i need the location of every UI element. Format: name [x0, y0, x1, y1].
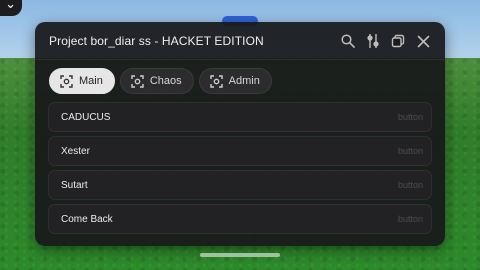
tab-chaos[interactable]: Chaos: [119, 68, 194, 94]
script-window: Project bor_diar ss - HACKET EDITION Mai…: [35, 22, 445, 246]
button-label: Xester: [61, 146, 90, 157]
button-type-hint: button: [397, 180, 423, 190]
come-back-button[interactable]: Come Back button: [48, 204, 432, 234]
home-indicator: [200, 253, 280, 257]
scan-icon: [60, 74, 73, 88]
window-title: Project bor_diar ss - HACKET EDITION: [49, 34, 264, 48]
button-label: Sutart: [61, 180, 88, 191]
close-icon[interactable]: [414, 32, 432, 50]
tab-admin[interactable]: Admin: [198, 68, 272, 94]
caducus-button[interactable]: CADUCUS button: [48, 102, 432, 132]
xester-button[interactable]: Xester button: [48, 136, 432, 166]
sutart-button[interactable]: Sutart button: [48, 170, 432, 200]
tab-main[interactable]: Main: [49, 68, 115, 94]
titlebar: Project bor_diar ss - HACKET EDITION: [35, 22, 445, 60]
button-type-hint: button: [397, 146, 423, 156]
tab-label: Admin: [228, 75, 260, 87]
button-label: Come Back: [61, 214, 113, 225]
scan-icon: [209, 74, 223, 88]
scan-icon: [131, 74, 144, 88]
sliders-icon[interactable]: [364, 32, 382, 50]
button-type-hint: button: [397, 214, 423, 224]
copy-icon[interactable]: [389, 32, 407, 50]
button-label: CADUCUS: [61, 112, 111, 123]
search-icon[interactable]: [339, 32, 357, 50]
tab-label: Main: [79, 75, 103, 87]
button-type-hint: button: [397, 112, 423, 122]
tab-bar: Main Chaos Admin: [49, 68, 272, 94]
tab-label: Chaos: [149, 75, 182, 87]
button-list: CADUCUS button Xester button Sutart butt…: [48, 102, 432, 238]
